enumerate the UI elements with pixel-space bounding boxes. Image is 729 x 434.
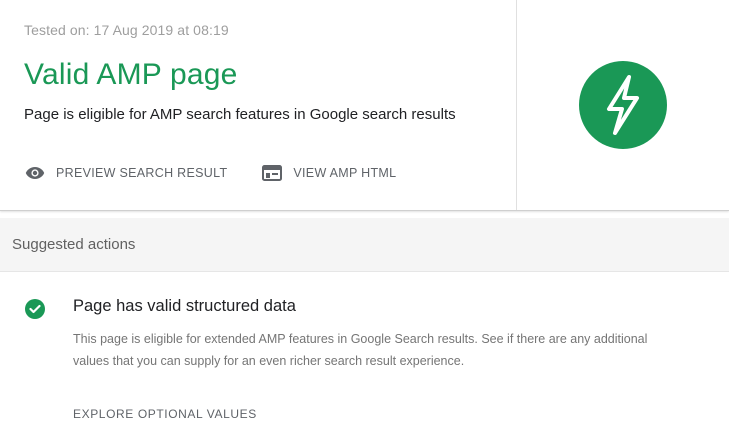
item-title: Page has valid structured data bbox=[73, 297, 296, 315]
suggested-actions-title: Suggested actions bbox=[12, 236, 136, 253]
result-card: Tested on: 17 Aug 2019 at 08:19 Valid AM… bbox=[0, 0, 729, 211]
web-page-icon bbox=[261, 162, 283, 184]
item-description: This page is eligible for extended AMP f… bbox=[73, 332, 648, 368]
amp-lightning-icon bbox=[578, 61, 667, 149]
view-amp-html-button[interactable]: VIEW AMP HTML bbox=[261, 162, 396, 184]
preview-search-result-button[interactable]: PREVIEW SEARCH RESULT bbox=[24, 162, 227, 184]
check-circle-icon bbox=[25, 299, 45, 319]
preview-search-result-label: PREVIEW SEARCH RESULT bbox=[56, 166, 228, 180]
amp-badge-panel bbox=[518, 0, 729, 210]
status-title: Valid AMP page bbox=[24, 58, 238, 91]
explore-optional-values-link[interactable]: EXPLORE OPTIONAL VALUES bbox=[73, 407, 257, 421]
list-item: Page has valid structured data This page… bbox=[0, 273, 729, 434]
eye-icon bbox=[24, 162, 46, 184]
result-summary: Tested on: 17 Aug 2019 at 08:19 Valid AM… bbox=[0, 0, 517, 210]
result-actions: PREVIEW SEARCH RESULT VIEW AMP HTML bbox=[24, 162, 430, 184]
status-subtitle: Page is eligible for AMP search features… bbox=[24, 106, 456, 123]
view-amp-html-label: VIEW AMP HTML bbox=[293, 166, 397, 180]
suggested-actions-header: Suggested actions bbox=[0, 218, 729, 272]
tested-timestamp: Tested on: 17 Aug 2019 at 08:19 bbox=[24, 22, 229, 38]
